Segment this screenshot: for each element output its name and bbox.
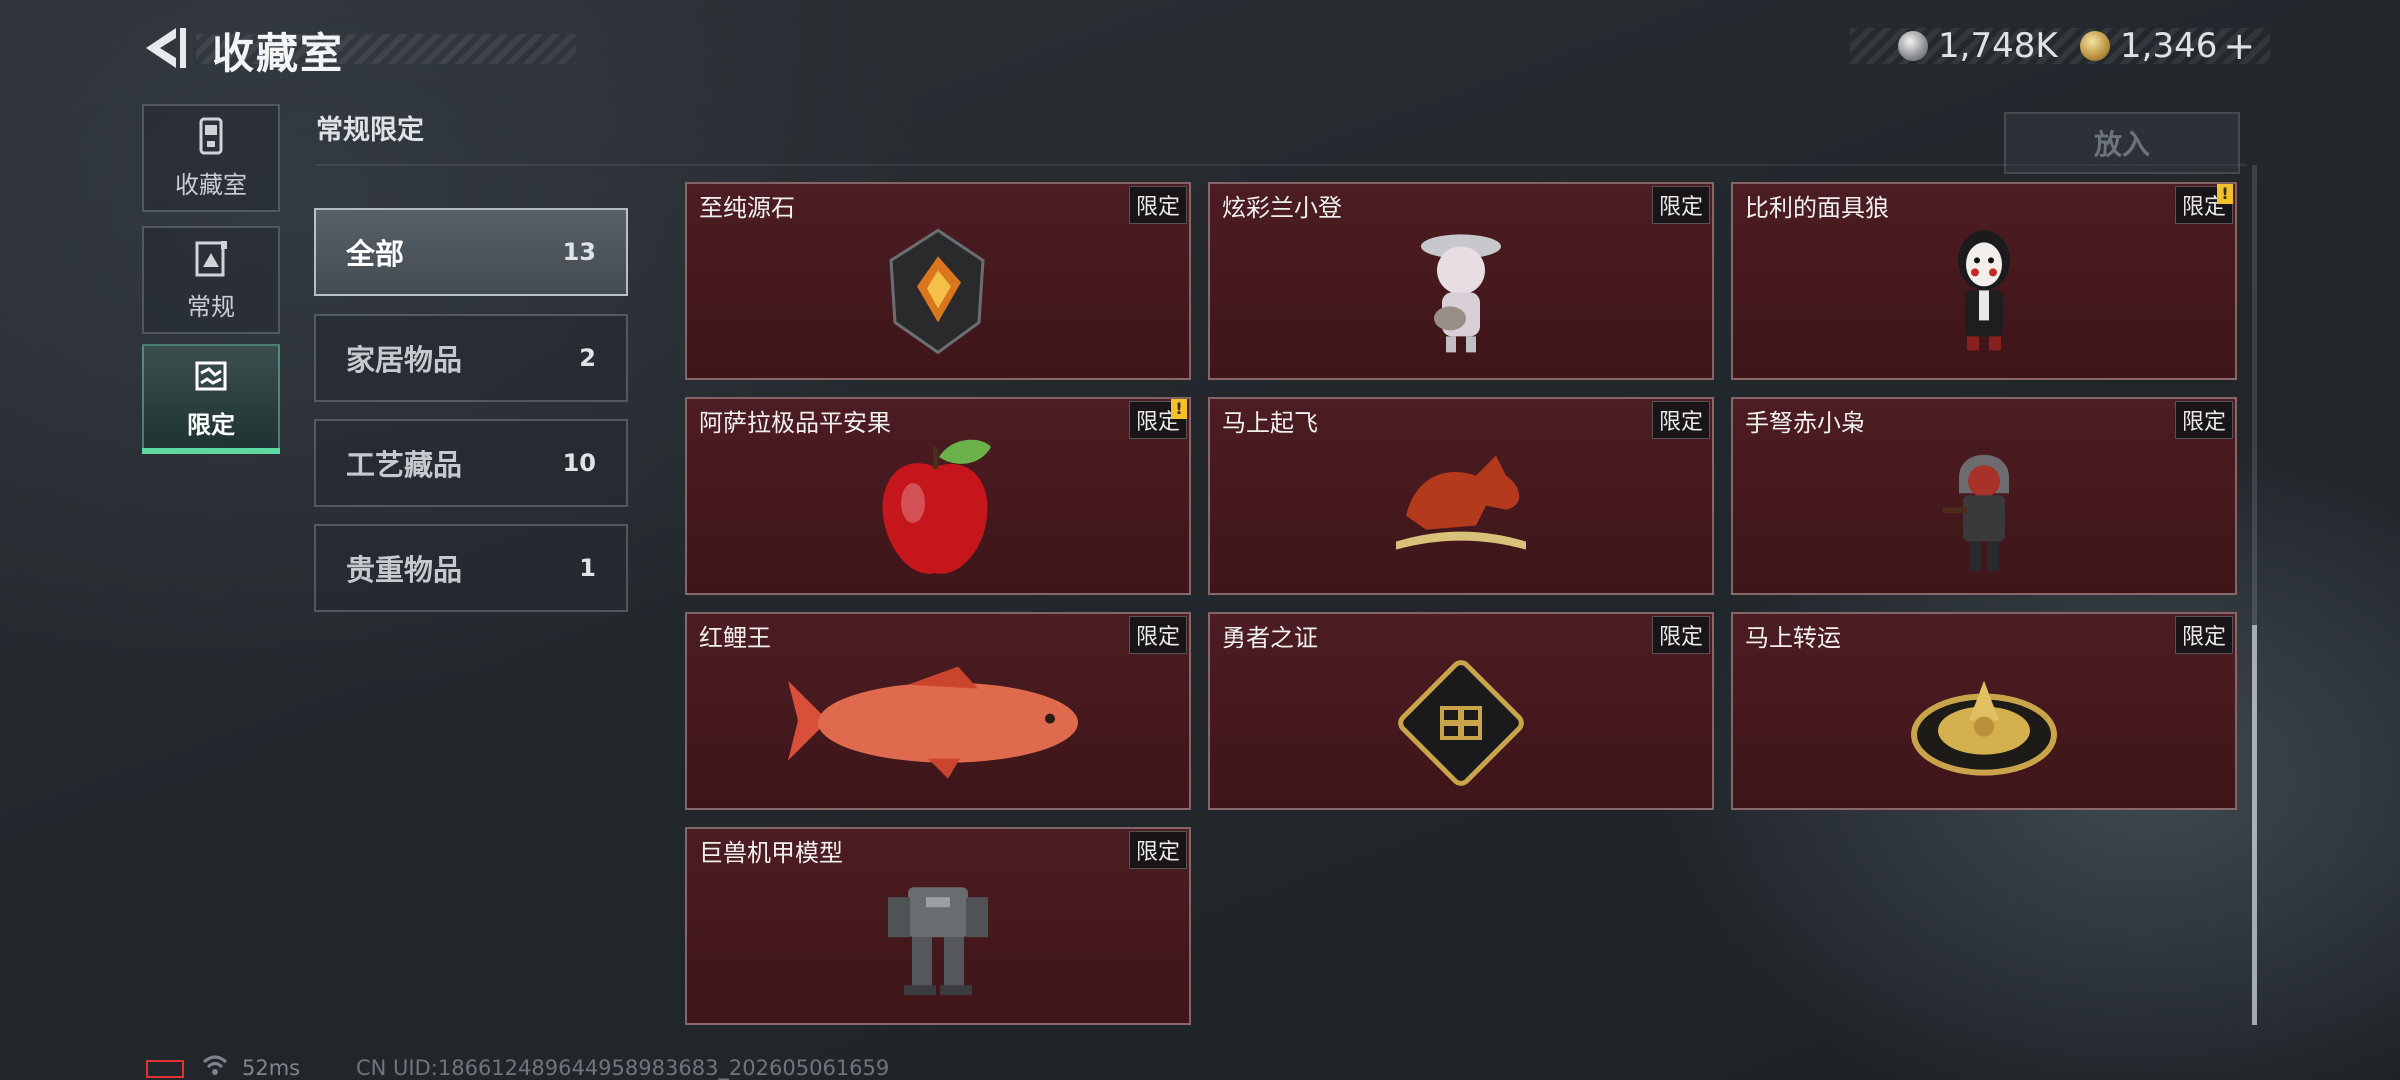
item-name: 勇者之证 <box>1222 624 1318 652</box>
wifi-icon <box>202 1055 228 1075</box>
limited-tag: 限定 <box>1128 831 1187 869</box>
item-name: 炫彩兰小登 <box>1222 194 1342 222</box>
horse-statue-icon <box>1396 455 1526 550</box>
item-card[interactable]: 至纯源石 限定 <box>685 182 1191 380</box>
category-count: 2 <box>579 344 596 372</box>
add-currency-button[interactable]: + <box>2223 24 2255 68</box>
crystal-stone-icon <box>889 228 985 355</box>
limited-tag: 限定 <box>1128 616 1187 654</box>
category-label: 贵重物品 <box>346 553 463 587</box>
limited-tag: 限定 <box>1651 616 1710 654</box>
nav-limited[interactable]: 限定 <box>142 344 280 452</box>
red-carp-icon <box>788 666 1078 779</box>
puppet-figure-icon <box>1958 230 2010 351</box>
limited-tag: 限定 <box>1651 186 1710 224</box>
item-card[interactable]: 手弩赤小枭 限定 <box>1731 397 2237 595</box>
category-label: 全部 <box>346 237 405 271</box>
gold-coin-icon <box>2080 31 2110 61</box>
item-card[interactable]: 阿萨拉极品平安果 限定 ! <box>685 397 1191 595</box>
alert-icon: ! <box>2217 184 2233 204</box>
item-name: 比利的面具狼 <box>1745 194 1889 222</box>
item-name: 至纯源石 <box>699 194 795 222</box>
item-name: 红鲤王 <box>699 624 771 652</box>
item-name: 手弩赤小枭 <box>1745 409 1865 437</box>
item-name: 马上转运 <box>1745 624 1841 652</box>
category-crafts[interactable]: 工艺藏品 10 <box>314 419 628 507</box>
item-name: 巨兽机甲模型 <box>699 839 843 867</box>
silver-currency-value: 1,748K <box>1938 26 2058 66</box>
ping-value: 52ms <box>242 1056 301 1080</box>
category-label: 家居物品 <box>346 343 463 377</box>
item-card[interactable]: 巨兽机甲模型 限定 <box>685 827 1191 1025</box>
limited-tag: 限定 <box>2174 401 2233 439</box>
item-card[interactable]: 比利的面具狼 限定 ! <box>1731 182 2237 380</box>
limited-icon <box>195 361 227 390</box>
category-count: 10 <box>562 449 596 477</box>
silver-coin-icon <box>1898 31 1928 61</box>
badge-card-icon <box>1398 660 1524 786</box>
item-card[interactable]: 红鲤王 限定 <box>685 612 1191 810</box>
user-uid: CN UID:18661248964495898368­3_2026050616… <box>356 1056 890 1080</box>
category-count: 13 <box>562 238 596 266</box>
item-name: 阿萨拉极品平安果 <box>699 409 891 437</box>
item-name: 马上起飞 <box>1222 409 1318 437</box>
item-card[interactable]: 马上起飞 限定 <box>1208 397 1714 595</box>
section-title: 常规限定 <box>316 115 424 146</box>
limited-tag: 限定 <box>1128 186 1187 224</box>
category-home-items[interactable]: 家居物品 2 <box>314 314 628 402</box>
nav-collection-room[interactable]: 收藏室 <box>142 104 280 212</box>
item-card[interactable]: 勇者之证 限定 <box>1208 612 1714 810</box>
gold-currency: 1,346 + <box>2080 24 2255 68</box>
limited-tag: 限定 <box>1651 401 1710 439</box>
nav-label: 限定 <box>187 410 235 439</box>
nav-label: 常规 <box>187 292 235 321</box>
item-card[interactable]: 炫彩兰小登 限定 <box>1208 182 1714 380</box>
put-in-button[interactable]: 放入 <box>2004 112 2240 174</box>
back-arrow-icon[interactable] <box>142 24 188 72</box>
item-card[interactable]: 马上转运 限定 <box>1731 612 2237 810</box>
category-valuables[interactable]: 贵重物品 1 <box>314 524 628 612</box>
regular-icon <box>195 240 227 276</box>
mech-model-icon <box>888 887 988 996</box>
nav-regular[interactable]: 常规 <box>142 226 280 334</box>
alert-icon: ! <box>1171 399 1187 419</box>
nav-label: 收藏室 <box>175 170 247 199</box>
mariachi-figure-icon <box>1421 234 1501 353</box>
category-label: 工艺藏品 <box>346 448 463 482</box>
collection-room-icon <box>199 117 223 154</box>
category-count: 1 <box>579 554 596 582</box>
scrollbar-thumb[interactable] <box>2252 625 2257 1025</box>
battery-icon <box>146 1060 184 1078</box>
page-title: 收藏室 <box>212 29 345 78</box>
nav-active-indicator <box>142 448 280 454</box>
hooded-figure-icon <box>1943 454 2009 572</box>
silver-currency: 1,748K <box>1898 26 2058 66</box>
gold-currency-value: 1,346 <box>2120 26 2218 66</box>
category-all[interactable]: 全部 13 <box>314 208 628 296</box>
section-divider <box>316 164 2246 166</box>
red-apple-icon <box>882 439 991 574</box>
golden-compass-icon <box>1911 680 2057 776</box>
limited-tag: 限定 <box>2174 616 2233 654</box>
